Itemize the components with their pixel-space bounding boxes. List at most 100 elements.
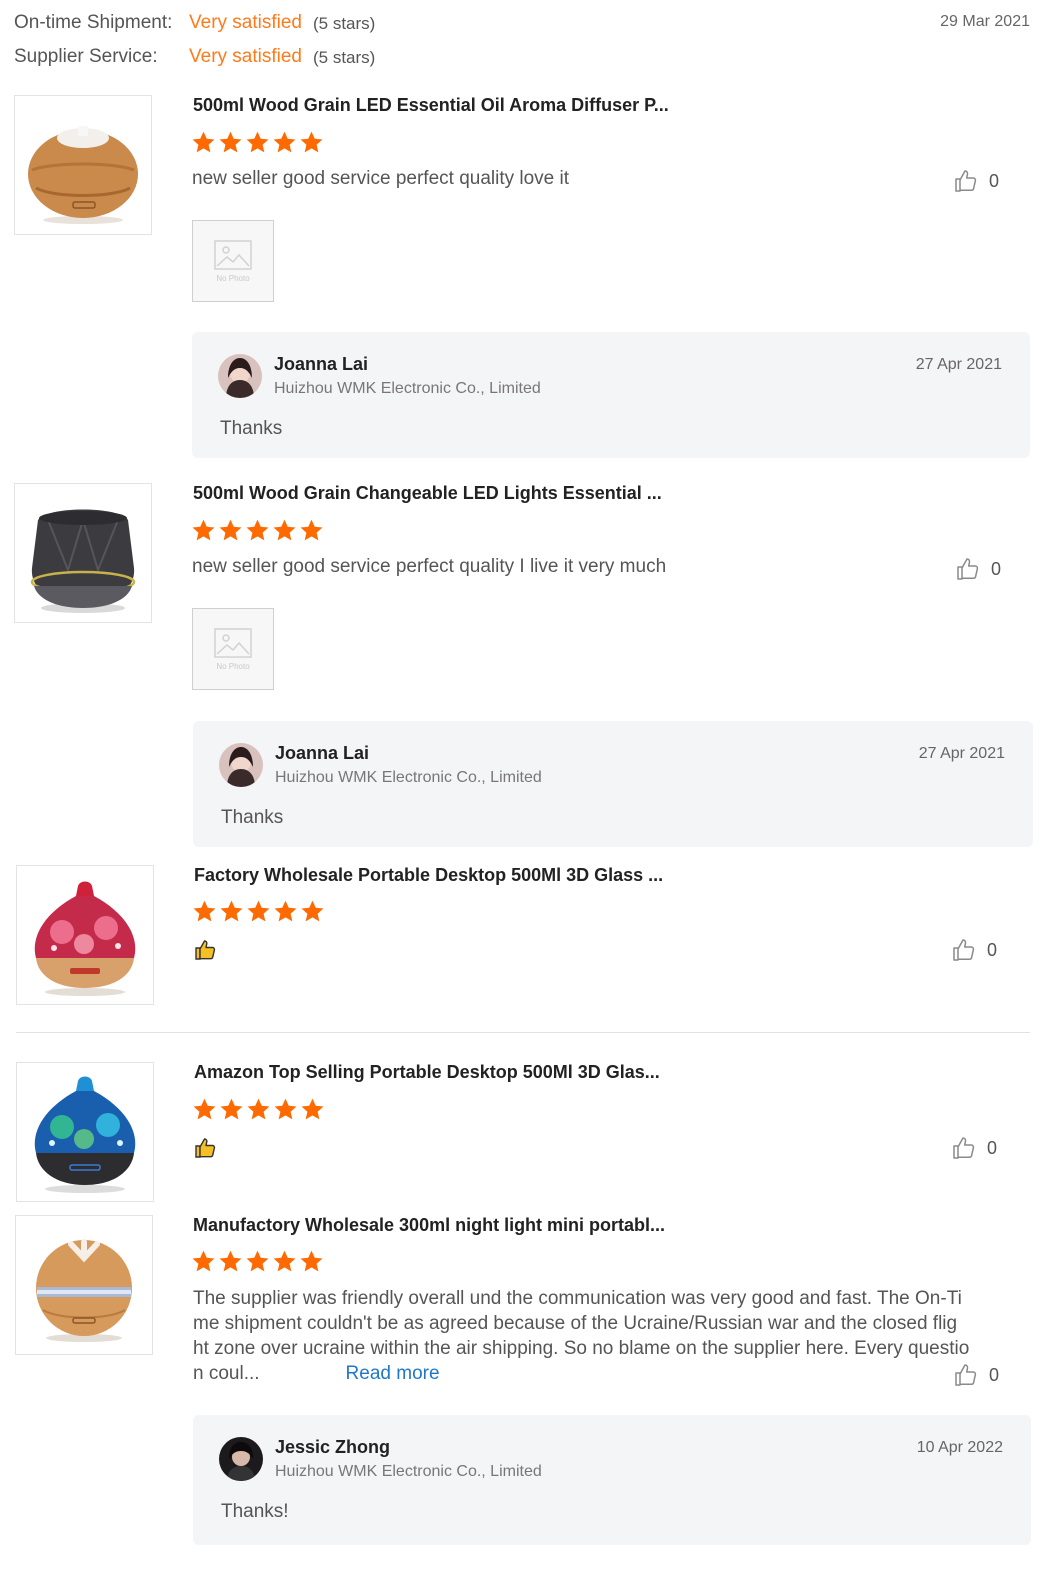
- product-title[interactable]: Manufactory Wholesale 300ml night light …: [193, 1215, 665, 1236]
- read-more-link[interactable]: Read more: [346, 1363, 440, 1384]
- wood-diffuser-image: [28, 126, 138, 224]
- rating-stars: [191, 518, 324, 543]
- like-button[interactable]: 0: [951, 937, 997, 963]
- supplier-reply: Jessic Zhong Huizhou WMK Electronic Co.,…: [193, 1415, 1031, 1545]
- rating-stars: [192, 1097, 325, 1122]
- rating-stars: [192, 899, 325, 924]
- like-count: 0: [987, 1137, 998, 1158]
- star-icon: [218, 130, 243, 155]
- thumbs-up-icon: [955, 556, 981, 582]
- like-button[interactable]: 0: [953, 168, 999, 194]
- star-icon: [191, 130, 216, 155]
- star-icon: [218, 1249, 243, 1274]
- product-image-red-glass-diffuser[interactable]: [16, 865, 154, 1005]
- star-icon: [192, 899, 217, 924]
- thumbs-up-icon: [953, 168, 979, 194]
- review-photo-placeholder[interactable]: No Photo: [192, 608, 274, 690]
- thumbs-up-icon: [951, 937, 977, 963]
- reply-text: Thanks: [221, 807, 284, 828]
- on-time-shipment-value: Very satisfied: [189, 12, 302, 33]
- like-count: 0: [991, 558, 1002, 579]
- reply-text: Thanks!: [221, 1501, 289, 1522]
- star-icon: [300, 1097, 325, 1122]
- star-icon: [191, 1249, 216, 1274]
- reply-author-name: Jessic Zhong: [275, 1437, 391, 1457]
- star-icon: [299, 130, 324, 155]
- reply-author-name: Joanna Lai: [274, 354, 369, 374]
- star-icon: [272, 1249, 297, 1274]
- star-icon: [246, 1097, 271, 1122]
- reply-company: Huizhou WMK Electronic Co., Limited: [275, 769, 542, 786]
- review-text-line: The supplier was friendly overall und th…: [193, 1288, 962, 1309]
- on-time-shipment-stars: (5 stars): [313, 14, 376, 33]
- red-glass-diffuser-image: [34, 881, 136, 996]
- rating-stars: [191, 130, 324, 155]
- like-count: 0: [989, 1364, 1000, 1385]
- like-count: 0: [989, 170, 1000, 191]
- supplier-reply: Joanna Lai Huizhou WMK Electronic Co., L…: [192, 332, 1030, 458]
- review-text: new seller good service perfect quality …: [192, 168, 570, 189]
- thumbs-up-icon: [953, 1362, 979, 1388]
- thumbs-up-emoji-icon: [194, 1136, 218, 1165]
- like-count: 0: [987, 939, 998, 960]
- product-title[interactable]: 500ml Wood Grain Changeable LED Lights E…: [193, 483, 662, 504]
- reply-company: Huizhou WMK Electronic Co., Limited: [275, 1463, 542, 1480]
- reply-company: Huizhou WMK Electronic Co., Limited: [274, 380, 541, 397]
- reply-date: 27 Apr 2021: [918, 745, 1005, 762]
- reply-author-name: Joanna Lai: [275, 743, 370, 763]
- star-icon: [245, 518, 270, 543]
- blue-glass-diffuser-image: [34, 1076, 136, 1193]
- review-text-line: ht zone over ucraine within the air ship…: [193, 1338, 970, 1359]
- product-image-blue-glass-diffuser[interactable]: [16, 1062, 154, 1202]
- supplier-service-value: Very satisfied: [189, 46, 302, 67]
- star-icon: [273, 1097, 298, 1122]
- product-image-mini-diffuser[interactable]: [15, 1215, 153, 1355]
- product-image-wood-diffuser[interactable]: [14, 95, 152, 235]
- review-text: new seller good service perfect quality …: [192, 556, 667, 577]
- review-date: 29 Mar 2021: [940, 13, 1030, 30]
- image-placeholder-icon: [214, 628, 252, 658]
- supplier-reply: Joanna Lai Huizhou WMK Electronic Co., L…: [193, 721, 1033, 847]
- divider: [16, 1032, 1030, 1033]
- dark-diffuser-image: [30, 509, 136, 613]
- star-icon: [273, 899, 298, 924]
- product-image-dark-diffuser[interactable]: [14, 483, 152, 623]
- review-text-line: me shipment couldn't be as agreed becaus…: [193, 1313, 958, 1334]
- no-photo-label: No Photo: [216, 661, 250, 671]
- avatar: [219, 1437, 263, 1481]
- mini-diffuser-image: [36, 1239, 132, 1342]
- reply-date: 10 Apr 2022: [916, 1439, 1003, 1456]
- star-icon: [272, 130, 297, 155]
- like-button[interactable]: 0: [953, 1362, 999, 1388]
- like-button[interactable]: 0: [955, 556, 1001, 582]
- image-placeholder-icon: [214, 240, 252, 270]
- review-text: The supplier was friendly overall und th…: [193, 1286, 970, 1386]
- product-title[interactable]: 500ml Wood Grain LED Essential Oil Aroma…: [193, 95, 669, 116]
- star-icon: [191, 518, 216, 543]
- star-icon: [245, 130, 270, 155]
- product-title[interactable]: Factory Wholesale Portable Desktop 500Ml…: [194, 865, 663, 886]
- star-icon: [219, 1097, 244, 1122]
- product-title[interactable]: Amazon Top Selling Portable Desktop 500M…: [194, 1062, 660, 1083]
- thumbs-up-emoji-icon: [194, 938, 218, 967]
- star-icon: [218, 518, 243, 543]
- star-icon: [272, 518, 297, 543]
- star-icon: [192, 1097, 217, 1122]
- avatar: [218, 354, 262, 398]
- supplier-service-label: Supplier Service:: [14, 46, 158, 67]
- star-icon: [245, 1249, 270, 1274]
- on-time-shipment-label: On-time Shipment:: [14, 12, 173, 33]
- avatar: [219, 743, 263, 787]
- no-photo-label: No Photo: [216, 273, 250, 283]
- star-icon: [299, 1249, 324, 1274]
- star-icon: [299, 518, 324, 543]
- star-icon: [300, 899, 325, 924]
- rating-stars: [191, 1249, 324, 1274]
- like-button[interactable]: 0: [951, 1135, 997, 1161]
- reply-date: 27 Apr 2021: [915, 356, 1002, 373]
- star-icon: [246, 899, 271, 924]
- review-text-line: n coul...: [193, 1363, 260, 1384]
- review-photo-placeholder[interactable]: No Photo: [192, 220, 274, 302]
- star-icon: [219, 899, 244, 924]
- reply-text: Thanks: [220, 418, 283, 439]
